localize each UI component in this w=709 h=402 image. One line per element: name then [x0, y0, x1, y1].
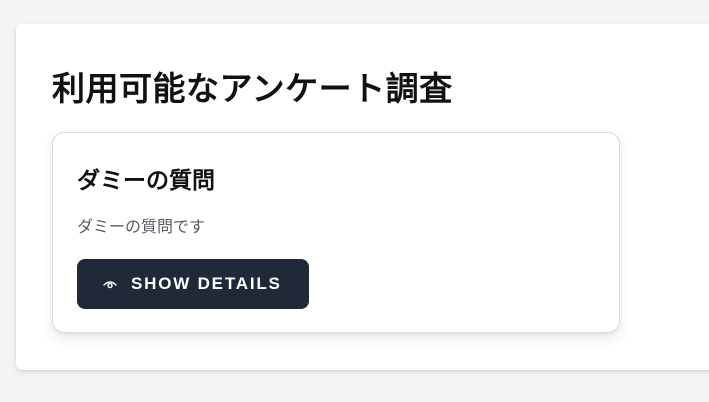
page-title: 利用可能なアンケート調査: [52, 69, 453, 108]
content-panel: 利用可能なアンケート調査 ダミーの質問 ダミーの質問です SHOW DETAIL…: [16, 24, 709, 370]
eye-icon: [103, 277, 117, 291]
show-details-label: SHOW DETAILS: [131, 274, 282, 293]
show-details-button[interactable]: SHOW DETAILS: [77, 259, 309, 309]
survey-title: ダミーの質問: [77, 168, 215, 194]
survey-card: ダミーの質問 ダミーの質問です SHOW DETAILS: [52, 132, 620, 333]
survey-description: ダミーの質問です: [77, 217, 206, 236]
